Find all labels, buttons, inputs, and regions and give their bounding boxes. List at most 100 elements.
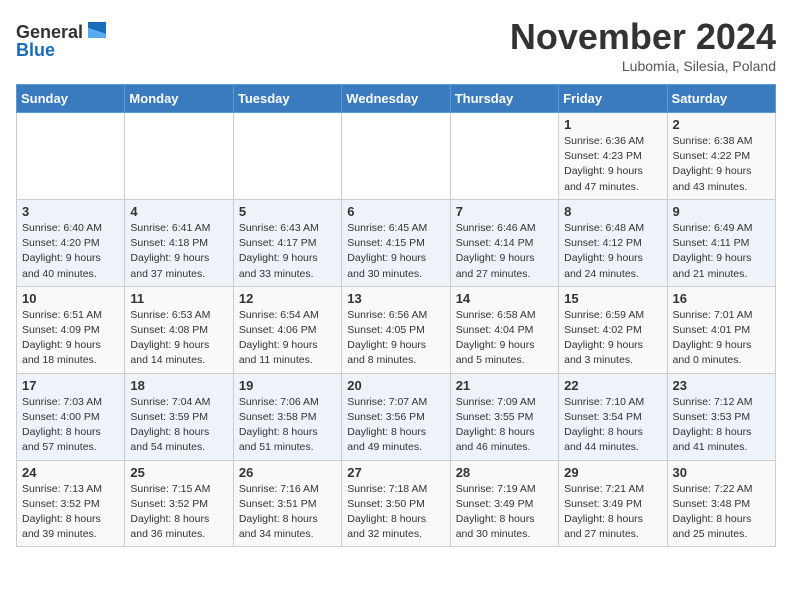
calendar-cell: 3Sunrise: 6:40 AM Sunset: 4:20 PM Daylig… <box>17 199 125 286</box>
day-info: Sunrise: 6:56 AM Sunset: 4:05 PM Dayligh… <box>347 308 444 369</box>
page-header: General Blue November 2024 Lubomia, Sile… <box>16 16 776 74</box>
calendar-cell <box>125 113 233 200</box>
calendar-cell: 8 Sunrise: 6:48 AM Sunset: 4:12 PM Daylig… <box>559 199 667 286</box>
calendar-table: SundayMondayTuesdayWednesdayThursdayFrid… <box>16 84 776 547</box>
day-number: 25 <box>130 465 227 480</box>
day-number: 15 <box>564 291 661 306</box>
day-number: 28 <box>456 465 553 480</box>
calendar-cell: 27Sunrise: 7:18 AM Sunset: 3:50 PM Dayli… <box>342 460 450 547</box>
calendar-cell: 22 Sunrise: 7:10 AM Sunset: 3:54 PM Dayli… <box>559 373 667 460</box>
day-info: Sunrise: 7:16 AM Sunset: 3:51 PM Dayligh… <box>239 482 336 543</box>
day-number: 14 <box>456 291 553 306</box>
calendar-week-2: 3Sunrise: 6:40 AM Sunset: 4:20 PM Daylig… <box>17 199 776 286</box>
day-number: 13 <box>347 291 444 306</box>
day-number: 29 <box>564 465 661 480</box>
weekday-header-wednesday: Wednesday <box>342 85 450 113</box>
logo-icon: General Blue <box>16 16 106 60</box>
day-info: Sunrise: 6:43 AM Sunset: 4:17 PM Dayligh… <box>239 221 336 282</box>
day-number: 11 <box>130 291 227 306</box>
day-number: 1 <box>564 117 661 132</box>
calendar-cell: 9 Sunrise: 6:49 AM Sunset: 4:11 PM Daylig… <box>667 199 775 286</box>
calendar-cell: 11 Sunrise: 6:53 AM Sunset: 4:08 PM Dayli… <box>125 286 233 373</box>
calendar-cell: 23 Sunrise: 7:12 AM Sunset: 3:53 PM Dayli… <box>667 373 775 460</box>
day-number: 26 <box>239 465 336 480</box>
day-info: Sunrise: 7:22 AM Sunset: 3:48 PM Dayligh… <box>673 482 770 543</box>
day-number: 12 <box>239 291 336 306</box>
day-info: Sunrise: 6:45 AM Sunset: 4:15 PM Dayligh… <box>347 221 444 282</box>
calendar-cell: 28 Sunrise: 7:19 AM Sunset: 3:49 PM Dayli… <box>450 460 558 547</box>
day-number: 10 <box>22 291 119 306</box>
calendar-cell: 18 Sunrise: 7:04 AM Sunset: 3:59 PM Dayli… <box>125 373 233 460</box>
calendar-cell: 19 Sunrise: 7:06 AM Sunset: 3:58 PM Dayli… <box>233 373 341 460</box>
calendar-cell: 16Sunrise: 7:01 AM Sunset: 4:01 PM Dayli… <box>667 286 775 373</box>
weekday-header-thursday: Thursday <box>450 85 558 113</box>
day-number: 24 <box>22 465 119 480</box>
day-number: 2 <box>673 117 770 132</box>
calendar-cell: 29Sunrise: 7:21 AM Sunset: 3:49 PM Dayli… <box>559 460 667 547</box>
day-number: 23 <box>673 378 770 393</box>
day-number: 8 <box>564 204 661 219</box>
calendar-cell: 30 Sunrise: 7:22 AM Sunset: 3:48 PM Dayli… <box>667 460 775 547</box>
weekday-header-saturday: Saturday <box>667 85 775 113</box>
day-number: 5 <box>239 204 336 219</box>
calendar-cell: 25 Sunrise: 7:15 AM Sunset: 3:52 PM Dayli… <box>125 460 233 547</box>
day-number: 19 <box>239 378 336 393</box>
day-info: Sunrise: 6:38 AM Sunset: 4:22 PM Dayligh… <box>673 134 770 195</box>
calendar-cell: 4 Sunrise: 6:41 AM Sunset: 4:18 PM Daylig… <box>125 199 233 286</box>
day-number: 4 <box>130 204 227 219</box>
day-info: Sunrise: 6:51 AM Sunset: 4:09 PM Dayligh… <box>22 308 119 369</box>
day-info: Sunrise: 6:49 AM Sunset: 4:11 PM Dayligh… <box>673 221 770 282</box>
day-info: Sunrise: 7:19 AM Sunset: 3:49 PM Dayligh… <box>456 482 553 543</box>
title-area: November 2024 Lubomia, Silesia, Poland <box>510 16 776 74</box>
day-info: Sunrise: 6:41 AM Sunset: 4:18 PM Dayligh… <box>130 221 227 282</box>
calendar-cell: 15 Sunrise: 6:59 AM Sunset: 4:02 PM Dayli… <box>559 286 667 373</box>
calendar-cell: 14 Sunrise: 6:58 AM Sunset: 4:04 PM Dayli… <box>450 286 558 373</box>
day-info: Sunrise: 7:18 AM Sunset: 3:50 PM Dayligh… <box>347 482 444 543</box>
day-number: 22 <box>564 378 661 393</box>
day-info: Sunrise: 7:13 AM Sunset: 3:52 PM Dayligh… <box>22 482 119 543</box>
day-info: Sunrise: 7:10 AM Sunset: 3:54 PM Dayligh… <box>564 395 661 456</box>
day-number: 21 <box>456 378 553 393</box>
calendar-week-5: 24 Sunrise: 7:13 AM Sunset: 3:52 PM Dayli… <box>17 460 776 547</box>
day-number: 30 <box>673 465 770 480</box>
day-number: 3 <box>22 204 119 219</box>
day-number: 9 <box>673 204 770 219</box>
svg-text:Blue: Blue <box>16 40 55 60</box>
day-info: Sunrise: 6:59 AM Sunset: 4:02 PM Dayligh… <box>564 308 661 369</box>
day-info: Sunrise: 6:48 AM Sunset: 4:12 PM Dayligh… <box>564 221 661 282</box>
calendar-cell: 17 Sunrise: 7:03 AM Sunset: 4:00 PM Dayli… <box>17 373 125 460</box>
day-number: 7 <box>456 204 553 219</box>
calendar-cell: 13 Sunrise: 6:56 AM Sunset: 4:05 PM Dayli… <box>342 286 450 373</box>
calendar-cell <box>17 113 125 200</box>
calendar-week-3: 10 Sunrise: 6:51 AM Sunset: 4:09 PM Dayli… <box>17 286 776 373</box>
calendar-cell: 20 Sunrise: 7:07 AM Sunset: 3:56 PM Dayli… <box>342 373 450 460</box>
calendar-cell: 1 Sunrise: 6:36 AM Sunset: 4:23 PM Daylig… <box>559 113 667 200</box>
logo: General Blue <box>16 16 106 60</box>
day-number: 16 <box>673 291 770 306</box>
calendar-cell: 6Sunrise: 6:45 AM Sunset: 4:15 PM Daylig… <box>342 199 450 286</box>
day-info: Sunrise: 6:36 AM Sunset: 4:23 PM Dayligh… <box>564 134 661 195</box>
day-number: 17 <box>22 378 119 393</box>
day-info: Sunrise: 7:07 AM Sunset: 3:56 PM Dayligh… <box>347 395 444 456</box>
day-info: Sunrise: 6:58 AM Sunset: 4:04 PM Dayligh… <box>456 308 553 369</box>
calendar-week-4: 17 Sunrise: 7:03 AM Sunset: 4:00 PM Dayli… <box>17 373 776 460</box>
day-info: Sunrise: 7:12 AM Sunset: 3:53 PM Dayligh… <box>673 395 770 456</box>
weekday-header-monday: Monday <box>125 85 233 113</box>
calendar-cell: 24 Sunrise: 7:13 AM Sunset: 3:52 PM Dayli… <box>17 460 125 547</box>
day-info: Sunrise: 7:04 AM Sunset: 3:59 PM Dayligh… <box>130 395 227 456</box>
day-info: Sunrise: 7:03 AM Sunset: 4:00 PM Dayligh… <box>22 395 119 456</box>
weekday-header-sunday: Sunday <box>17 85 125 113</box>
location-subtitle: Lubomia, Silesia, Poland <box>510 58 776 74</box>
day-info: Sunrise: 7:06 AM Sunset: 3:58 PM Dayligh… <box>239 395 336 456</box>
calendar-cell: 12Sunrise: 6:54 AM Sunset: 4:06 PM Dayli… <box>233 286 341 373</box>
day-info: Sunrise: 7:15 AM Sunset: 3:52 PM Dayligh… <box>130 482 227 543</box>
calendar-cell: 10 Sunrise: 6:51 AM Sunset: 4:09 PM Dayli… <box>17 286 125 373</box>
day-info: Sunrise: 6:53 AM Sunset: 4:08 PM Dayligh… <box>130 308 227 369</box>
weekday-header-friday: Friday <box>559 85 667 113</box>
calendar-cell: 2 Sunrise: 6:38 AM Sunset: 4:22 PM Daylig… <box>667 113 775 200</box>
calendar-cell: 5 Sunrise: 6:43 AM Sunset: 4:17 PM Daylig… <box>233 199 341 286</box>
day-number: 18 <box>130 378 227 393</box>
calendar-cell <box>233 113 341 200</box>
calendar-cell: 21Sunrise: 7:09 AM Sunset: 3:55 PM Dayli… <box>450 373 558 460</box>
day-number: 20 <box>347 378 444 393</box>
